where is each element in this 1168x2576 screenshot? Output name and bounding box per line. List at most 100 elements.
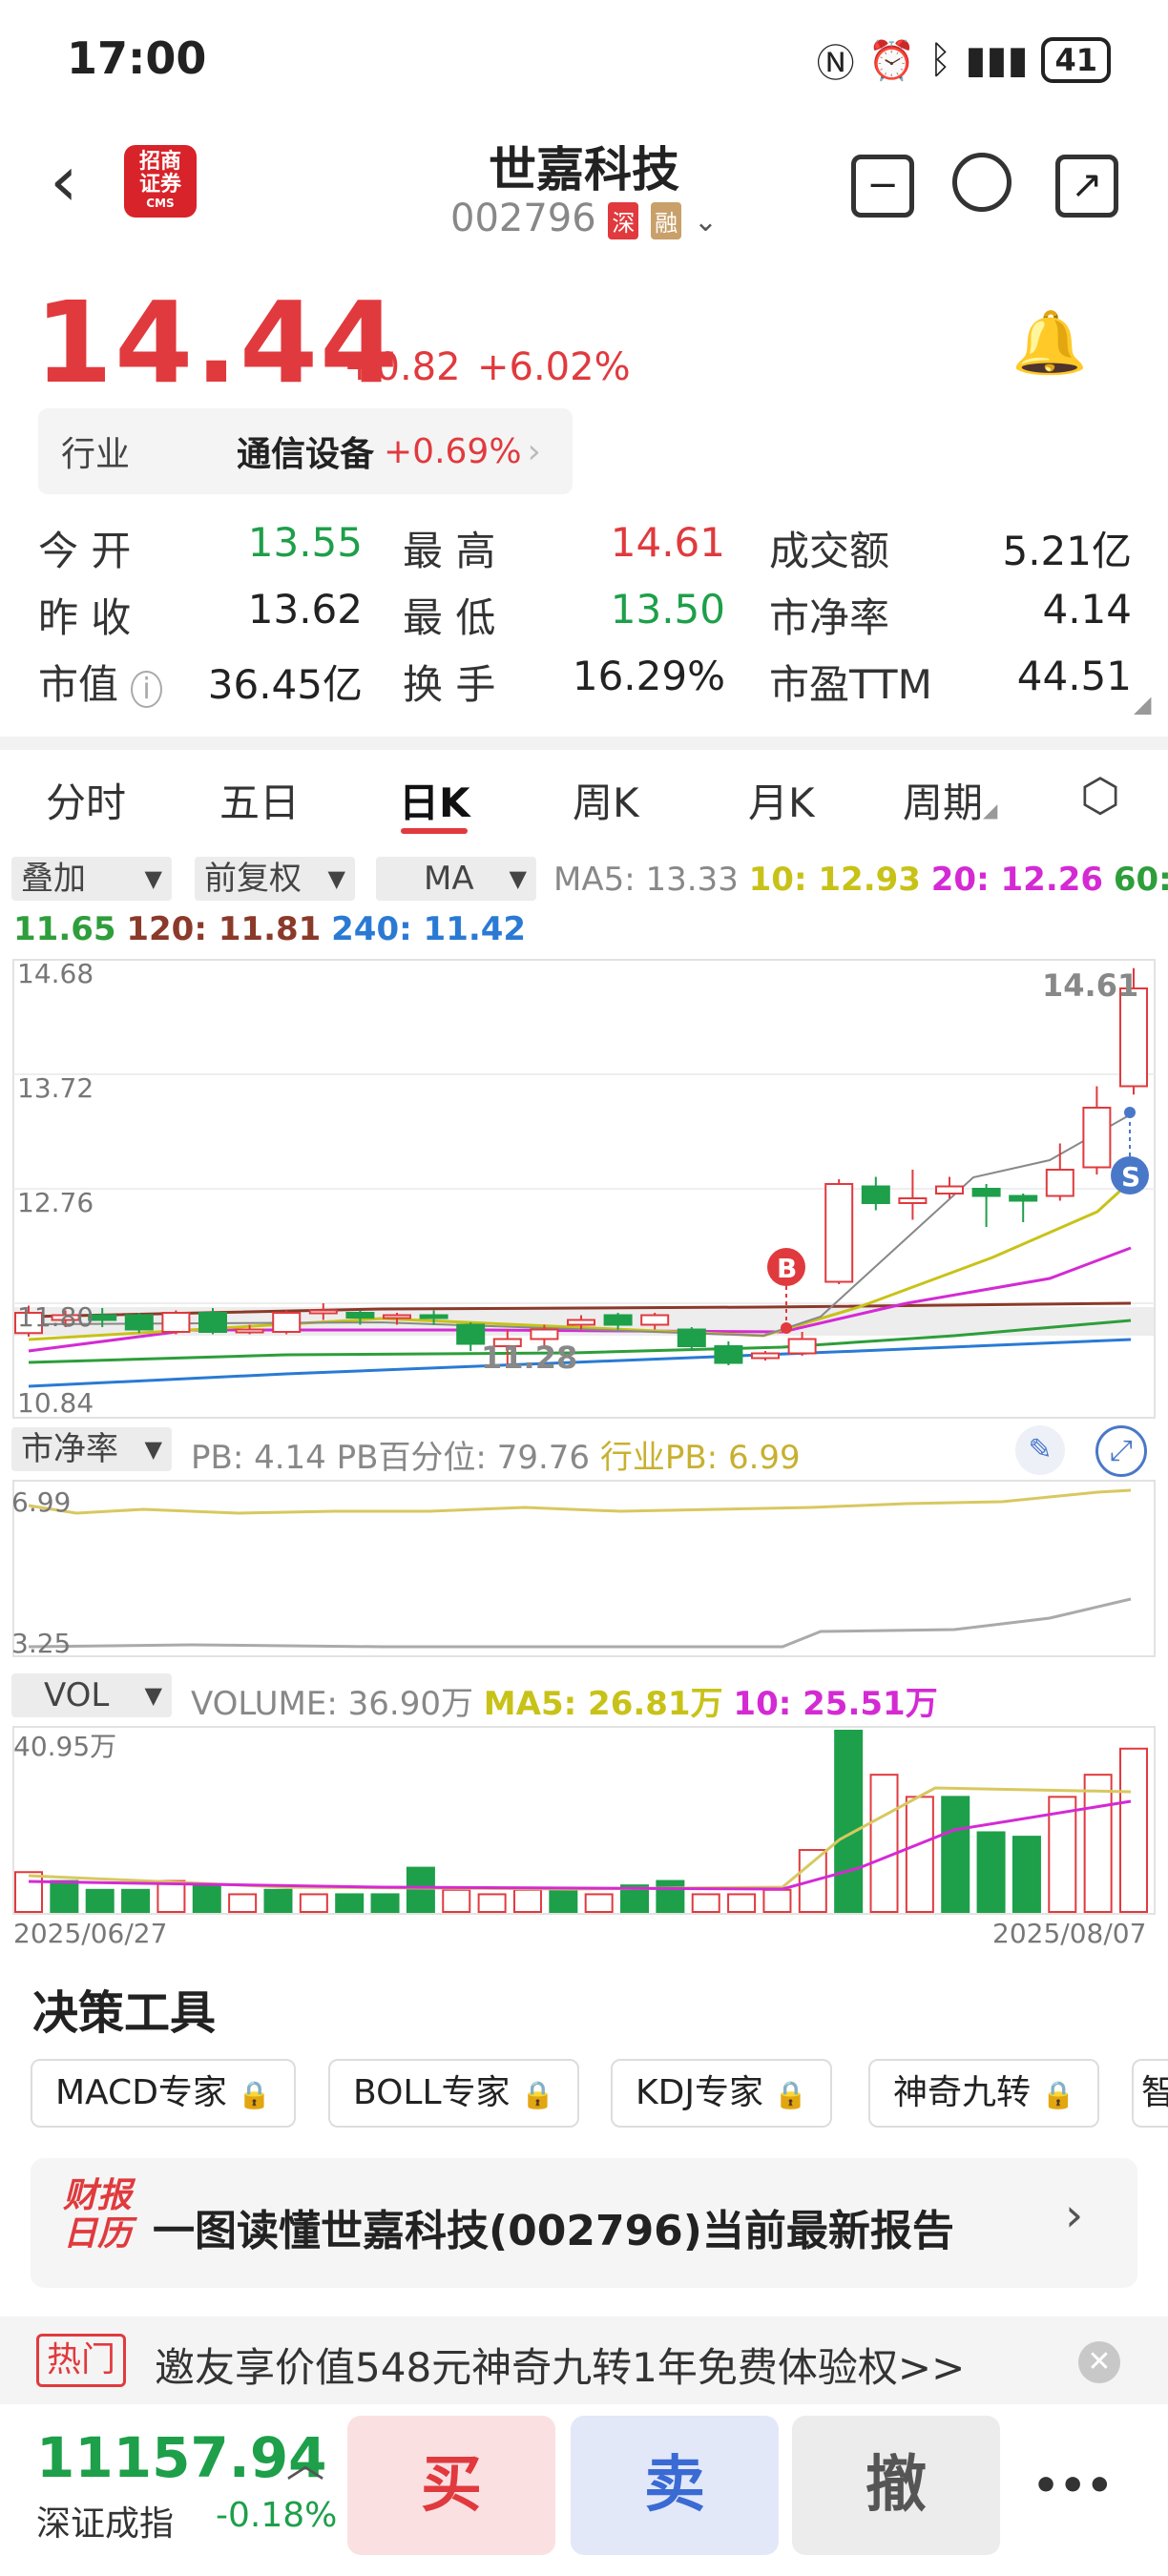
y-axis-label-1: 14.68 [17, 958, 94, 989]
lock-icon: 🔒 [238, 2079, 272, 2110]
cancel-order-button[interactable]: 撤 [792, 2416, 1000, 2555]
indicator-select[interactable]: MA ▼ [376, 857, 536, 901]
amount-value: 5.21亿 [1002, 528, 1132, 574]
volume-bar [14, 1871, 43, 1914]
mkt-cap-label: 市值 [38, 661, 119, 708]
low-value: 13.50 [610, 586, 725, 633]
index-name: 深证成指 [36, 2504, 175, 2544]
status-time: 17:00 [67, 32, 207, 84]
margin-tag: 融 [651, 201, 682, 239]
volume-bar [50, 1880, 79, 1913]
chevron-up-icon[interactable]: ︿ [286, 2433, 324, 2488]
pb-value: 4.14 [1042, 586, 1132, 633]
candle-body [1045, 1169, 1074, 1197]
industry-box[interactable]: 行业 通信设备 +0.69% › [38, 408, 573, 494]
hot-text[interactable]: 邀友享价值548元神奇九转1年免费体验权>> [155, 2336, 965, 2394]
ma-legend-line1: MA5: 13.33 10: 12.93 20: 12.26 60: [553, 861, 1168, 899]
y-axis-label-3: 12.76 [17, 1187, 94, 1218]
search-icon[interactable] [952, 153, 1012, 212]
tool-macd[interactable]: MACD专家 🔒 [31, 2059, 297, 2128]
lock-icon: 🔒 [774, 2079, 808, 2110]
index-value[interactable]: 11157.94 [36, 2425, 327, 2490]
volume-bar [1119, 1747, 1148, 1913]
pe-label: 市盈TTM [769, 661, 932, 708]
info-icon[interactable]: i [131, 671, 162, 708]
pe-value: 44.51 [1016, 653, 1132, 699]
volume-bar [335, 1893, 365, 1913]
ma10-legend: 10: 12.93 [748, 861, 921, 899]
candle-body [308, 1309, 338, 1315]
pb-frame [12, 1480, 1156, 1657]
tools-title-text: 决策工具 [32, 1986, 217, 2040]
buy-button[interactable]: 买 [347, 2416, 555, 2555]
candle-body [677, 1328, 706, 1347]
bell-icon[interactable]: 🔔 [1012, 307, 1088, 379]
min-price-label: 11.28 [481, 1340, 577, 1376]
pb-chart[interactable]: 6.99 3.25 [0, 1479, 1168, 1660]
adjust-select[interactable]: 前复权 ▼ [195, 857, 355, 901]
tool-kdj[interactable]: KDJ专家 🔒 [611, 2059, 833, 2128]
volume-bar [192, 1884, 221, 1914]
candle-body [824, 1183, 854, 1283]
index-change: -0.18% [216, 2496, 338, 2535]
volume-bar [584, 1893, 614, 1913]
chevron-down-icon: ⌄ [693, 205, 718, 239]
date-start: 2025/06/27 [13, 1918, 167, 1949]
tab-five-day[interactable]: 五日 [219, 771, 300, 829]
vol-ma5-legend: MA5: 26.81万 [483, 1685, 723, 1723]
expand-corner-icon[interactable]: ◢ [1134, 691, 1151, 717]
settings-icon[interactable]: ⬡ [1080, 769, 1120, 822]
close-icon[interactable]: ✕ [1078, 2341, 1120, 2383]
alarm-icon: ⏰ [867, 38, 916, 83]
candle-body [751, 1352, 780, 1360]
sell-marker-dot [1124, 1107, 1136, 1118]
mkt-cap-label-wrap: 市值 i [38, 653, 162, 711]
tool-td9[interactable]: 神奇九转 🔒 [868, 2059, 1100, 2128]
max-price-label: 14.61 [1042, 967, 1138, 1004]
volume-bar [263, 1888, 293, 1914]
candle-body [861, 1185, 890, 1204]
tool-more[interactable]: 智 [1132, 2059, 1168, 2128]
volume-bar [512, 1888, 542, 1914]
more-icon[interactable]: ••• [1032, 2462, 1113, 2510]
industry-name: 通信设备 [237, 435, 375, 474]
tool-more-label: 智 [1141, 2073, 1168, 2112]
volume-bar [762, 1888, 792, 1914]
overlay-select[interactable]: 叠加 ▼ [11, 857, 172, 901]
volume-bar [406, 1866, 435, 1914]
pb-select[interactable]: 市净率 ▼ [11, 1427, 172, 1471]
candle-body [935, 1185, 964, 1195]
tab-monthly-k[interactable]: 月K [748, 771, 815, 829]
share-icon[interactable]: ↗ [1055, 155, 1118, 218]
volume-bar [976, 1831, 1006, 1913]
volume-bar [656, 1880, 685, 1913]
vol-select[interactable]: VOL ▼ [11, 1673, 172, 1717]
kline-chart[interactable]: 14.68 13.72 12.76 11.80 10.84 14.61 11.2… [0, 952, 1168, 1429]
industry-pb-line [28, 1488, 1132, 1515]
turnover-value: 16.29% [572, 653, 725, 699]
fullscreen-icon[interactable]: ⤢ [1095, 1425, 1147, 1477]
tab-daily-k[interactable]: 日K [399, 771, 470, 829]
volume-bar [941, 1796, 970, 1913]
tool-boll[interactable]: BOLL专家 🔒 [328, 2059, 579, 2128]
volume-bar [869, 1774, 899, 1913]
open-value: 13.55 [247, 519, 363, 566]
candle-body [272, 1312, 302, 1333]
buy-marker-label: B [777, 1253, 797, 1284]
ma240-legend: 240: 11.42 [331, 910, 527, 948]
open-label: 今 开 [38, 528, 132, 574]
low-label: 最 低 [403, 594, 496, 641]
report-title: 一图读懂世嘉科技(002796)当前最新报告 [153, 2207, 954, 2255]
volume-chart[interactable]: 40.95万 2025/06/27 2025/08/07 [0, 1725, 1168, 1954]
triangle-icon: ◢ [983, 799, 998, 821]
pb-legend-pct: PB百分位: 79.76 [336, 1439, 591, 1477]
edit-icon[interactable]: ✎ [1015, 1425, 1065, 1475]
sell-button[interactable]: 卖 [571, 2416, 779, 2555]
volume-bar [477, 1893, 507, 1913]
ma60-legend-label: 60: [1113, 861, 1168, 899]
minimize-icon[interactable]: − [851, 155, 914, 218]
tab-weekly-k[interactable]: 周K [573, 771, 639, 829]
high-value: 14.61 [610, 519, 725, 566]
tab-period[interactable]: 周期◢ [903, 771, 997, 829]
tab-intraday[interactable]: 分时 [46, 771, 126, 829]
